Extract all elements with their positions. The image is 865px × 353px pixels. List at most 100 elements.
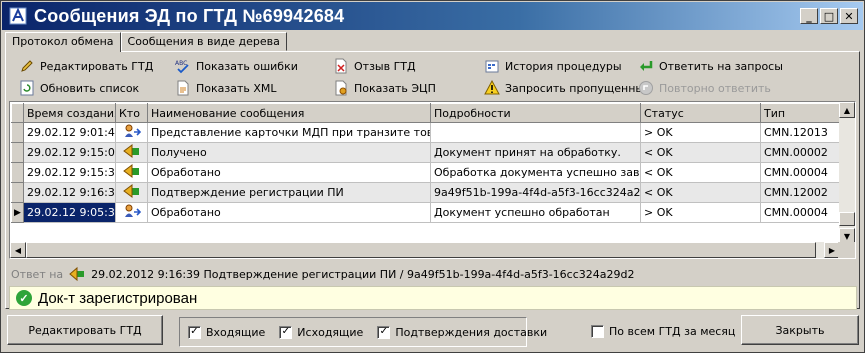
header-message-name[interactable]: Наименование сообщения bbox=[147, 103, 431, 123]
cell-message-name[interactable]: Обработано bbox=[147, 202, 431, 223]
table-row[interactable]: 29.02.12 9:15:07 Получено Документ принят … bbox=[11, 142, 840, 163]
delivery-checkbox[interactable]: ✓ Подтверждения доставки bbox=[377, 325, 548, 339]
header-who[interactable]: Кто bbox=[115, 103, 148, 123]
row-indicator[interactable] bbox=[11, 122, 24, 143]
cell-status[interactable]: < OK bbox=[640, 142, 761, 163]
answer-to-row: Ответ на 29.02.2012 9:16:39 Подтверждени… bbox=[11, 264, 856, 284]
show-xml-tool[interactable]: Показать XML bbox=[175, 78, 277, 98]
row-indicator[interactable] bbox=[11, 162, 24, 183]
edit-gtd-tool[interactable]: Редактировать ГТД bbox=[19, 56, 153, 76]
close-button[interactable]: Закрыть bbox=[741, 315, 859, 345]
edit-gtd-label: Редактировать ГТД bbox=[40, 59, 154, 73]
reply-again-tool[interactable]: Повторно ответить bbox=[638, 78, 771, 98]
show-errors-tool[interactable]: ABC Показать ошибки bbox=[175, 56, 298, 76]
outgoing-message-icon bbox=[123, 124, 141, 142]
outgoing-checkbox[interactable]: ✓ Исходящие bbox=[279, 325, 364, 339]
header-status[interactable]: Статус bbox=[640, 103, 761, 123]
refresh-tool[interactable]: Обновить список bbox=[19, 78, 139, 98]
reply-arrow-icon bbox=[638, 58, 654, 74]
incoming-message-icon bbox=[69, 266, 85, 282]
ok-check-icon: ✓ bbox=[16, 290, 32, 306]
horizontal-scroll-thumb[interactable] bbox=[26, 242, 816, 258]
header-created-time[interactable]: Время создания bbox=[23, 103, 116, 123]
messages-table: Время создания Кто Наименование сообщени… bbox=[11, 103, 840, 223]
reply-again-label: Повторно ответить bbox=[659, 81, 771, 95]
cell-message-name[interactable]: Обработано bbox=[147, 162, 431, 183]
cell-who[interactable] bbox=[115, 162, 148, 183]
show-xml-label: Показать XML bbox=[196, 81, 277, 95]
tab-message-tree[interactable]: Сообщения в виде дерева bbox=[120, 32, 287, 51]
request-missing-tool[interactable]: Запросить пропущенные bbox=[484, 78, 651, 98]
horizontal-scrollbar[interactable]: ◀ ▶ bbox=[10, 242, 840, 258]
cell-status[interactable]: < OK bbox=[640, 162, 761, 183]
cell-who[interactable] bbox=[115, 122, 148, 143]
cell-created-time[interactable]: 29.02.12 9:05:36 bbox=[23, 202, 116, 223]
toolbar: Редактировать ГТД Обновить список ABC По… bbox=[13, 56, 853, 100]
cell-message-name[interactable]: Представление карточки МДП при транзите … bbox=[147, 122, 431, 143]
all-gtd-checkbox[interactable]: По всем ГТД за месяц bbox=[591, 325, 735, 338]
cell-created-time[interactable]: 29.02.12 9:15:30 bbox=[23, 162, 116, 183]
cell-details[interactable]: Документ успешно обработан bbox=[430, 202, 641, 223]
table-row[interactable]: 29.02.12 9:15:30 Обработано Обработка доку… bbox=[11, 162, 840, 183]
incoming-label: Входящие bbox=[206, 325, 266, 339]
cell-created-time[interactable]: 29.02.12 9:16:39 bbox=[23, 182, 116, 203]
row-indicator[interactable] bbox=[11, 142, 24, 163]
show-errors-label: Показать ошибки bbox=[196, 59, 298, 73]
cell-who[interactable] bbox=[115, 182, 148, 203]
all-gtd-label: По всем ГТД за месяц bbox=[609, 325, 736, 338]
maximize-button[interactable]: □ bbox=[820, 8, 838, 24]
cell-message-name[interactable]: Получено bbox=[147, 142, 431, 163]
cell-type[interactable]: CMN.00004 bbox=[760, 202, 840, 223]
scroll-left-icon[interactable]: ◀ bbox=[10, 242, 26, 258]
cell-created-time[interactable]: 29.02.12 9:15:07 bbox=[23, 142, 116, 163]
cell-message-name[interactable]: Подтверждение регистрации ПИ bbox=[147, 182, 431, 203]
svg-text:ABC: ABC bbox=[175, 60, 187, 67]
recall-gtd-tool[interactable]: Отзыв ГТД bbox=[333, 56, 416, 76]
header-type[interactable]: Тип bbox=[760, 103, 840, 123]
cell-who[interactable] bbox=[115, 202, 148, 223]
status-bar: ✓ Док-т зарегистрирован bbox=[9, 286, 857, 310]
cell-who[interactable] bbox=[115, 142, 148, 163]
refresh-label: Обновить список bbox=[40, 81, 140, 95]
delivery-check-icon: ✓ bbox=[377, 325, 391, 339]
cell-status[interactable]: < OK bbox=[640, 182, 761, 203]
reply-requests-tool[interactable]: Ответить на запросы bbox=[638, 56, 783, 76]
cell-status[interactable]: > OK bbox=[640, 202, 761, 223]
cell-type[interactable]: CMN.00004 bbox=[760, 162, 840, 183]
incoming-message-icon bbox=[122, 144, 141, 162]
history-tool[interactable]: История процедуры bbox=[484, 56, 622, 76]
incoming-checkbox[interactable]: ✓ Входящие bbox=[188, 325, 266, 339]
cell-details[interactable]: Обработка документа успешно завер... bbox=[430, 162, 641, 183]
show-signature-tool[interactable]: Показать ЭЦП bbox=[333, 78, 436, 98]
edit-gtd-button[interactable]: Редактировать ГТД bbox=[7, 315, 163, 345]
row-indicator[interactable]: ▶ bbox=[11, 202, 24, 223]
cell-type[interactable]: CMN.12002 bbox=[760, 182, 840, 203]
scroll-corner bbox=[838, 242, 855, 258]
cell-status[interactable]: > OK bbox=[640, 122, 761, 143]
main-window: Сообщения ЭД по ГТД №69942684 _ □ ✕ Прот… bbox=[0, 0, 865, 353]
scroll-up-icon[interactable]: ▲ bbox=[839, 102, 855, 118]
delivery-label: Подтверждения доставки bbox=[395, 325, 548, 339]
answer-label: Ответ на bbox=[11, 267, 64, 281]
row-indicator[interactable] bbox=[11, 182, 24, 203]
history-icon bbox=[484, 58, 500, 74]
header-details[interactable]: Подробности bbox=[430, 103, 641, 123]
title-bar[interactable]: Сообщения ЭД по ГТД №69942684 _ □ ✕ bbox=[2, 2, 863, 30]
cell-details[interactable]: 9a49f51b-199a-4f4d-a5f3-16cc324a29d2 bbox=[430, 182, 641, 203]
table-row[interactable]: ▶ 29.02.12 9:05:36 Обработано Документ успе… bbox=[11, 202, 840, 223]
vertical-scroll-thumb[interactable] bbox=[839, 212, 855, 226]
outgoing-label: Исходящие bbox=[297, 325, 364, 339]
cell-details[interactable]: Документ принят на обработку. bbox=[430, 142, 641, 163]
vertical-scrollbar[interactable]: ▲ ▼ bbox=[839, 102, 855, 244]
close-window-button[interactable]: ✕ bbox=[840, 8, 858, 24]
table-row[interactable]: 29.02.12 9:16:39 Подтверждение регистраци… bbox=[11, 182, 840, 203]
cell-details[interactable] bbox=[430, 122, 641, 143]
filter-group: ✓ Входящие ✓ Исходящие ✓ Подтверждения д… bbox=[179, 317, 547, 347]
cell-created-time[interactable]: 29.02.12 9:01:42 bbox=[23, 122, 116, 143]
cell-type[interactable]: CMN.12013 bbox=[760, 122, 840, 143]
minimize-button[interactable]: _ bbox=[800, 8, 818, 24]
table-row[interactable]: 29.02.12 9:01:42 Представление карточки М… bbox=[11, 122, 840, 143]
recall-document-icon bbox=[333, 58, 349, 74]
cell-type[interactable]: CMN.00002 bbox=[760, 142, 840, 163]
tab-exchange-protocol[interactable]: Протокол обмена bbox=[5, 32, 121, 52]
